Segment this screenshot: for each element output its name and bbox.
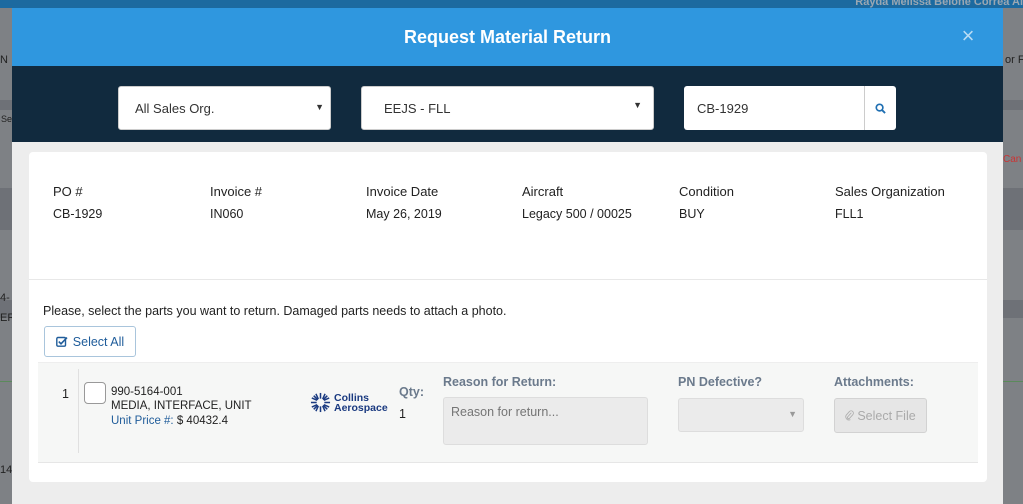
caret-down-icon: ▼ <box>633 100 642 110</box>
invoice-date-value: May 26, 2019 <box>366 207 442 221</box>
po-label: PO # <box>53 184 83 199</box>
close-icon[interactable]: × <box>959 25 977 47</box>
select-all-label: Select All <box>72 334 125 349</box>
search-icon <box>875 102 886 114</box>
unit-price: Unit Price #: $ 40432.4 <box>111 415 228 427</box>
qty-label: Qty: <box>399 385 424 399</box>
select-file-label: Select File <box>857 408 916 423</box>
modal-title: Request Material Return <box>403 26 612 47</box>
background-text: Can <box>1003 154 1022 165</box>
divider <box>29 279 987 280</box>
background-text: N <box>0 54 8 66</box>
condition-value: BUY <box>679 207 705 221</box>
info-condition: Condition BUY <box>679 184 829 221</box>
invoice-label: Invoice # <box>210 184 263 199</box>
filter-bar: All Sales Org. ▼ EEJS - FLL ▼ <box>12 66 1003 142</box>
search-group <box>684 86 896 130</box>
sales-org-value: All Sales Org. <box>135 100 215 116</box>
paperclip-icon <box>845 410 855 421</box>
qty-value: 1 <box>399 407 406 421</box>
search-input[interactable] <box>684 86 864 130</box>
row-divider <box>78 369 79 453</box>
logo-text-line2: Aerospace <box>334 401 388 414</box>
caret-down-icon: ▼ <box>788 409 797 419</box>
info-sales-org: Sales Organization FLL1 <box>835 184 985 221</box>
sales-org-info-value: FLL1 <box>835 207 864 221</box>
location-select[interactable]: EEJS - FLL ▼ <box>361 86 654 130</box>
part-description: MEDIA, INTERFACE, UNIT <box>111 400 252 412</box>
part-number: 990-5164-001 <box>111 386 183 398</box>
aircraft-label: Aircraft <box>522 184 564 199</box>
background-text: Se <box>1 114 13 124</box>
pn-defective-label: PN Defective? <box>678 375 763 389</box>
modal-header: Request Material Return × <box>12 8 1003 66</box>
aircraft-value: Legacy 500 / 00025 <box>522 207 632 221</box>
reason-textarea[interactable] <box>443 397 648 445</box>
po-value: CB-1929 <box>53 207 103 221</box>
background-text: 4- <box>0 292 10 304</box>
sales-org-label: Sales Organization <box>835 184 945 199</box>
reason-label: Reason for Return: <box>443 375 557 389</box>
condition-label: Condition <box>679 184 734 199</box>
check-square-icon <box>55 336 68 347</box>
select-file-button[interactable]: Select File <box>834 398 927 433</box>
invoice-date-label: Invoice Date <box>366 184 439 199</box>
unit-price-value: $ 40432.4 <box>176 415 229 427</box>
caret-down-icon: ▼ <box>315 102 324 112</box>
logo-text-line1: Collins <box>334 391 370 404</box>
instruction-text: Please, select the parts you want to ret… <box>43 304 507 318</box>
attachments-label: Attachments: <box>834 375 914 389</box>
info-po: PO # CB-1929 <box>53 184 203 221</box>
row-number: 1 <box>62 387 69 401</box>
search-button[interactable] <box>864 86 896 130</box>
info-invoice: Invoice # IN060 <box>210 184 360 221</box>
collins-aerospace-logo: Collins Aerospace <box>310 392 388 413</box>
background-user-name: Rayda Melissa Belone Correa Al <box>855 0 1023 8</box>
part-row: 1 990-5164-001 MEDIA, INTERFACE, UNIT Un… <box>38 362 978 463</box>
background-text: or F <box>1005 54 1023 66</box>
pn-defective-select[interactable]: ▼ <box>678 398 804 432</box>
invoice-value: IN060 <box>210 207 244 221</box>
sales-org-select[interactable]: All Sales Org. ▼ <box>118 86 331 130</box>
collins-logo-icon <box>310 392 331 413</box>
background-text: 14 <box>0 464 13 476</box>
info-aircraft: Aircraft Legacy 500 / 00025 <box>522 184 672 221</box>
part-checkbox[interactable] <box>84 382 106 404</box>
request-return-modal: Request Material Return × All Sales Org.… <box>12 8 1003 504</box>
info-invoice-date: Invoice Date May 26, 2019 <box>366 184 516 221</box>
content-card: PO # CB-1929 Invoice # IN060 Invoice Dat… <box>29 152 987 482</box>
select-all-button[interactable]: Select All <box>44 326 136 357</box>
location-value: EEJS - FLL <box>384 100 451 116</box>
unit-price-label: Unit Price #: <box>111 415 174 427</box>
